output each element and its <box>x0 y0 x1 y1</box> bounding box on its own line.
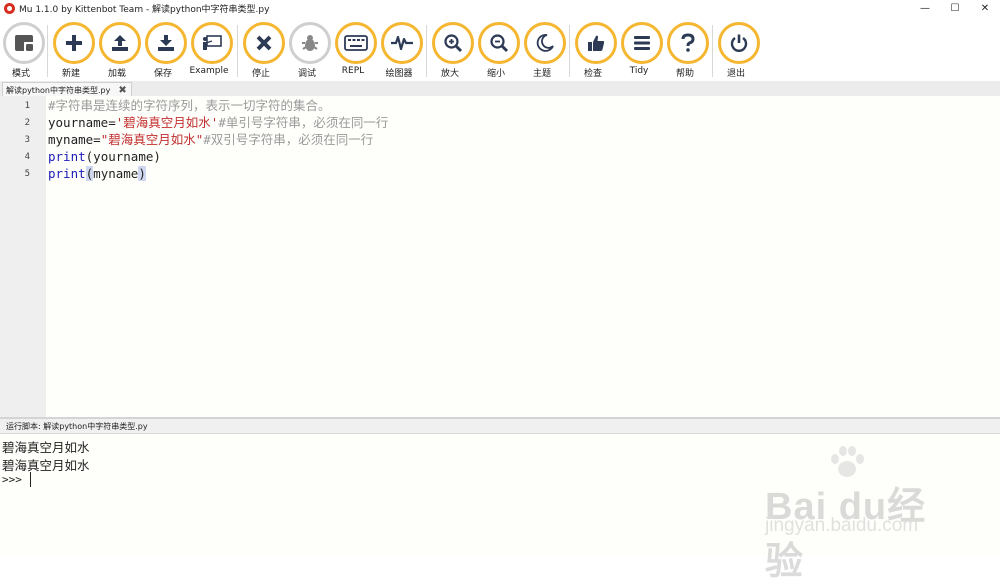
comment: #字符串是连续的字符序列，表示一切字符的集合。 <box>48 98 331 113</box>
quit-button[interactable]: 退出 <box>715 22 761 80</box>
watermark-url: jingyan.baidu.com <box>765 515 919 536</box>
plotter-button[interactable]: 绘图器 <box>378 22 424 80</box>
mode-label: 模式 <box>11 69 30 79</box>
code-line: print(yourname) <box>48 148 988 165</box>
plotter-label: 绘图器 <box>385 69 413 79</box>
question-icon <box>667 22 709 64</box>
line-number: 4 <box>24 152 30 162</box>
window-title: Mu 1.1.0 by Kittenbot Team - 解读python中字符… <box>19 5 270 15</box>
help-button[interactable]: 帮助 <box>664 22 710 80</box>
code-editor[interactable]: 1 2 3 4 5 #字符串是连续的字符序列，表示一切字符的集合。 yourna… <box>0 96 1000 417</box>
tab-close-icon[interactable]: ✖ <box>118 85 126 96</box>
plus-icon <box>53 22 95 64</box>
lines-icon <box>621 22 663 64</box>
download-icon <box>145 22 187 64</box>
upload-icon <box>99 22 141 64</box>
zoom-in-icon <box>432 22 474 64</box>
toolbar: 模式 新建 加载 保存 Example 停止 调试 REPL 绘图器 放大 缩小… <box>0 17 1000 81</box>
console-output-line: 碧海真空月如水 <box>2 440 90 455</box>
console-output-line: 碧海真空月如水 <box>2 458 90 473</box>
window-controls: — ☐ ✕ <box>910 0 1000 17</box>
tab-bar: 解读python中字符串类型.py ✖ <box>0 81 1000 97</box>
theme-label: 主题 <box>532 69 551 79</box>
line-number: 5 <box>24 169 30 179</box>
watermark: Bai du经验 jingyan.baidu.com <box>765 445 955 583</box>
identifier: myname <box>48 132 94 147</box>
line-number-gutter: 1 2 3 4 5 <box>0 96 46 417</box>
run-status-bar: 运行脚本: 解读python中字符串类型.py <box>0 419 1000 434</box>
example-button[interactable]: Example <box>188 22 234 80</box>
mode-icon <box>3 22 45 64</box>
string-literal: '碧海真空月如水' <box>115 115 219 130</box>
comment: #双引号字符串，必须在同一行 <box>203 132 374 147</box>
matched-paren: ) <box>138 166 146 181</box>
paren: ) <box>153 149 161 164</box>
tab-file[interactable]: 解读python中字符串类型.py ✖ <box>2 82 132 97</box>
tab-file-label: 解读python中字符串类型.py <box>6 85 111 95</box>
keyboard-icon <box>335 22 377 64</box>
console-prompt: >>> <box>2 473 22 486</box>
line-number: 1 <box>24 101 30 111</box>
operator: = <box>108 115 116 130</box>
power-icon <box>718 22 760 64</box>
identifier: yourname <box>93 149 154 164</box>
identifier: myname <box>93 166 139 181</box>
theme-button[interactable]: 主题 <box>521 22 567 80</box>
code-line: print(myname) <box>48 165 988 182</box>
minimize-button[interactable]: — <box>910 0 940 17</box>
title-bar: Mu 1.1.0 by Kittenbot Team - 解读python中字符… <box>0 0 1000 17</box>
quit-label: 退出 <box>726 69 745 79</box>
operator: = <box>93 132 101 147</box>
example-label: Example <box>189 66 229 76</box>
pulse-icon <box>381 22 423 64</box>
close-icon <box>243 22 285 64</box>
code-line: myname="碧海真空月如水"#双引号字符串，必须在同一行 <box>48 131 988 148</box>
string-literal: "碧海真空月如水" <box>100 132 204 147</box>
mode-button[interactable]: 模式 <box>0 22 46 80</box>
identifier: yourname <box>48 115 109 130</box>
line-number: 3 <box>24 135 30 145</box>
moon-icon <box>524 22 566 64</box>
code-line: #字符串是连续的字符序列，表示一切字符的集合。 <box>48 97 988 114</box>
help-label: 帮助 <box>675 69 694 79</box>
zoom-out-icon <box>478 22 520 64</box>
text-cursor <box>30 472 31 487</box>
thumbs-up-icon <box>575 22 617 64</box>
maximize-button[interactable]: ☐ <box>940 0 970 17</box>
keyword: print <box>48 166 86 181</box>
line-number: 2 <box>24 118 30 128</box>
keyword: print <box>48 149 86 164</box>
paw-logo-icon <box>831 446 864 477</box>
bug-icon <box>289 22 331 64</box>
run-status-text: 运行脚本: 解读python中字符串类型.py <box>6 421 148 431</box>
presentation-icon <box>191 22 233 64</box>
app-logo-icon <box>4 3 15 14</box>
comment: #单引号字符串，必须在同一行 <box>218 115 389 130</box>
close-button[interactable]: ✕ <box>970 0 1000 17</box>
code-line: yourname='碧海真空月如水'#单引号字符串，必须在同一行 <box>48 114 988 131</box>
code-area[interactable]: #字符串是连续的字符序列，表示一切字符的集合。 yourname='碧海真空月如… <box>48 96 988 182</box>
